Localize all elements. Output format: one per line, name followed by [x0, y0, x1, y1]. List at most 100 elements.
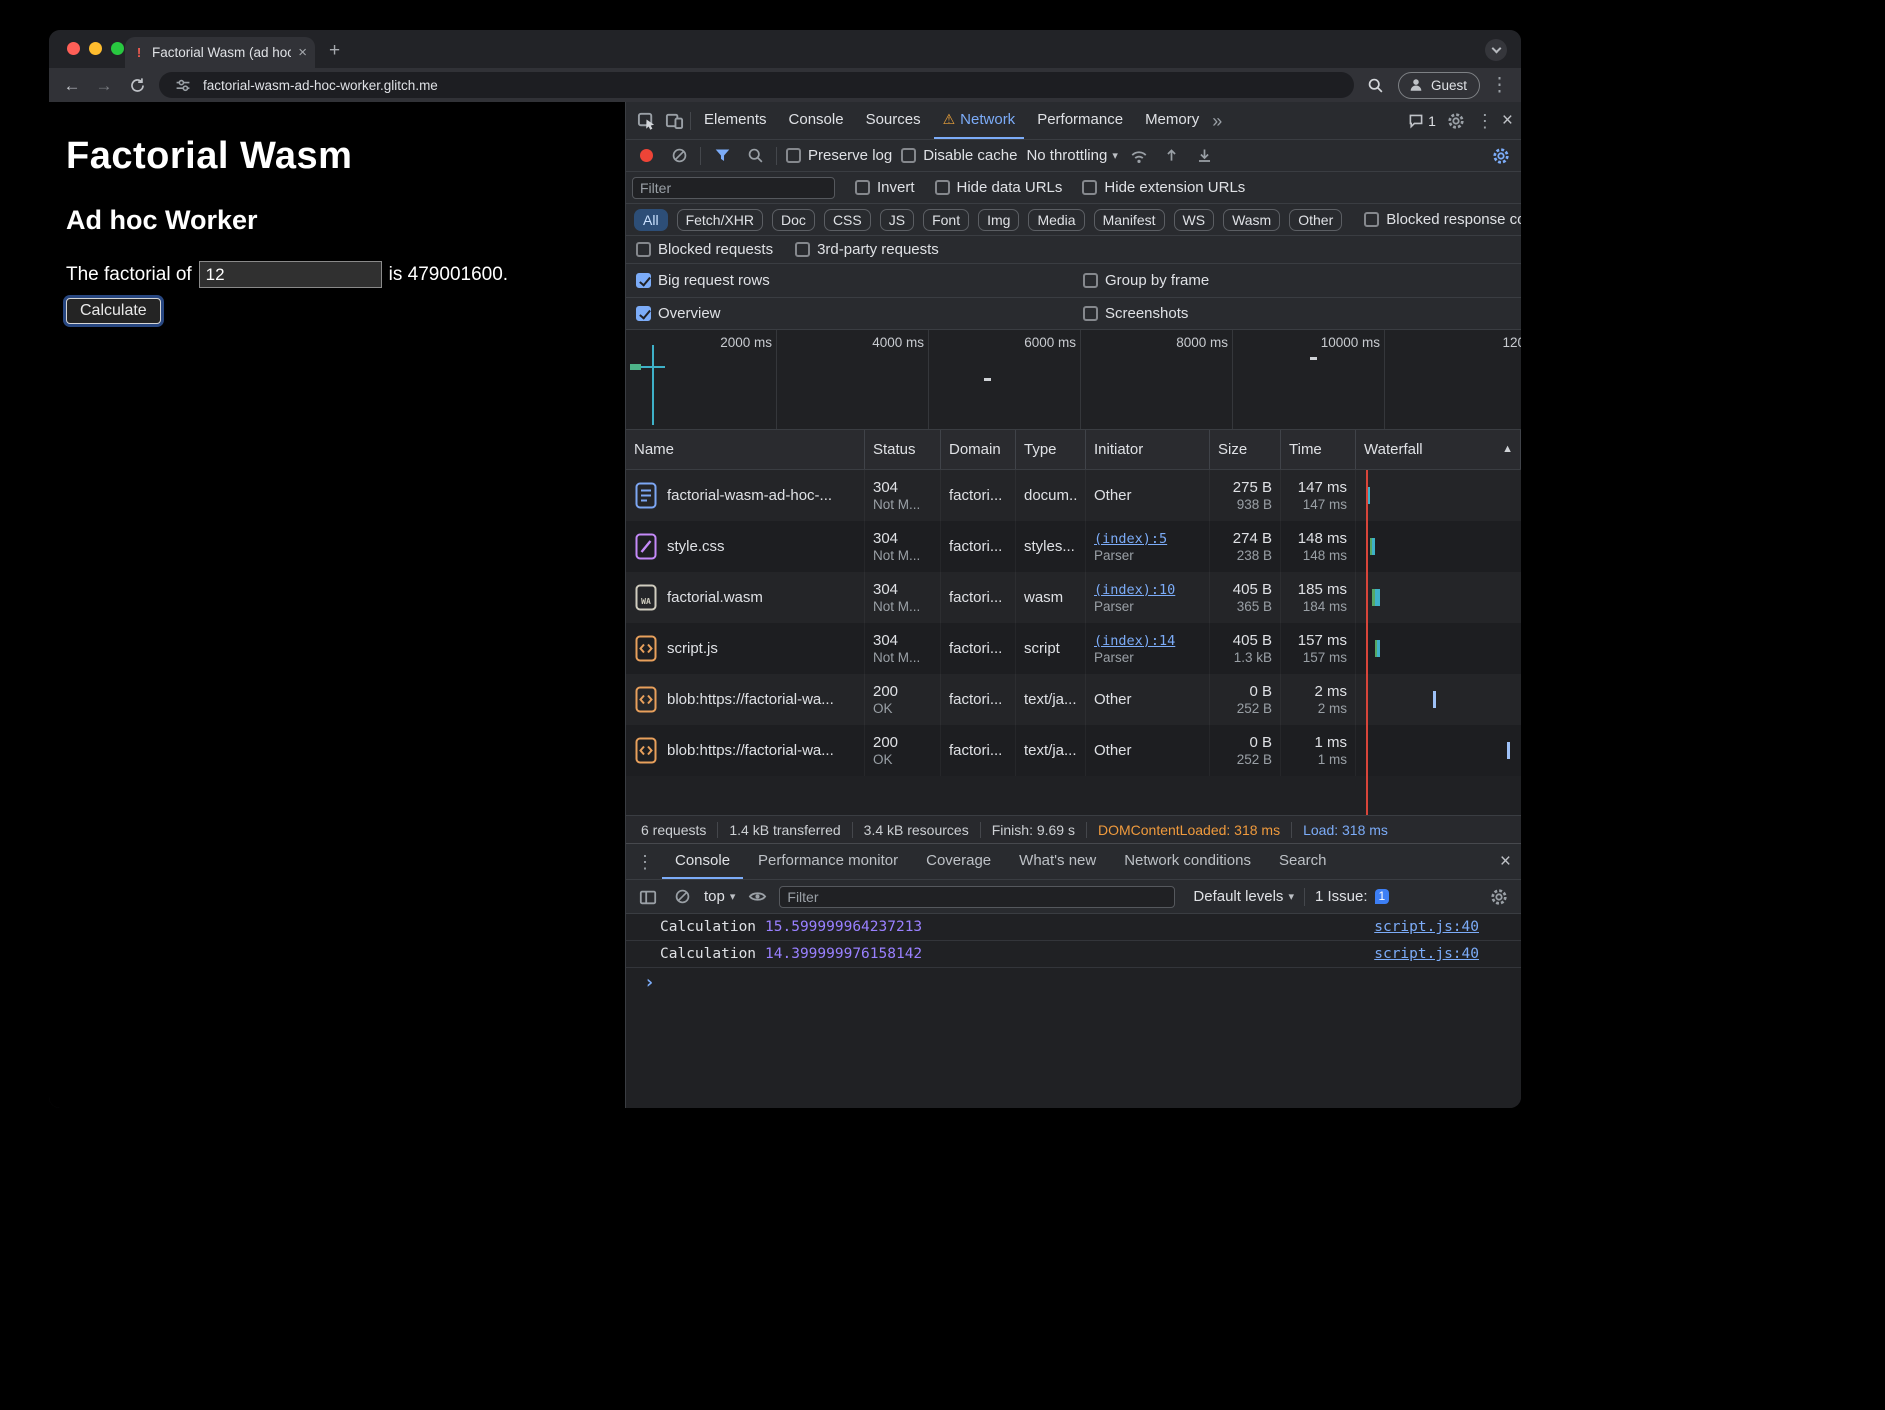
console-settings-gear-icon[interactable] — [1487, 885, 1511, 909]
console-prompt[interactable]: › — [626, 968, 1521, 996]
source-link[interactable]: script.js:40 — [1374, 919, 1479, 935]
column-status[interactable]: Status — [865, 430, 941, 469]
column-waterfall[interactable]: Waterfall — [1356, 430, 1521, 469]
network-overview-timeline[interactable]: 2000 ms 4000 ms 6000 ms 8000 ms 10000 ms… — [626, 330, 1521, 430]
tab-elements[interactable]: Elements — [695, 102, 776, 139]
initiator-link[interactable]: (index):10 — [1094, 582, 1201, 598]
initiator-link[interactable]: (index):14 — [1094, 633, 1201, 649]
issues-link[interactable]: 1 Issue:1 — [1315, 888, 1389, 905]
device-toolbar-icon[interactable] — [662, 109, 686, 133]
drawer-menu-button[interactable]: ⋮ — [636, 853, 654, 871]
zoom-icon[interactable] — [1364, 73, 1388, 97]
column-initiator[interactable]: Initiator — [1086, 430, 1210, 469]
chip-img[interactable]: Img — [978, 209, 1019, 231]
clear-button[interactable] — [667, 144, 691, 168]
throttling-dropdown[interactable]: No throttling▾ — [1026, 147, 1117, 164]
drawer-tab-network-conditions[interactable]: Network conditions — [1111, 844, 1264, 879]
drawer-tab-coverage[interactable]: Coverage — [913, 844, 1004, 879]
chip-ws[interactable]: WS — [1174, 209, 1215, 231]
column-size[interactable]: Size — [1210, 430, 1281, 469]
context-selector[interactable]: top▾ — [704, 888, 735, 905]
drawer-tab-whats-new[interactable]: What's new — [1006, 844, 1109, 879]
chip-doc[interactable]: Doc — [772, 209, 815, 231]
profile-button[interactable]: Guest — [1398, 72, 1480, 99]
blocked-requests-checkbox[interactable]: Blocked requests — [636, 241, 773, 258]
drawer-close-icon[interactable]: × — [1500, 852, 1511, 871]
third-party-requests-checkbox[interactable]: 3rd-party requests — [795, 241, 939, 258]
tab-console[interactable]: Console — [780, 102, 853, 139]
chip-manifest[interactable]: Manifest — [1094, 209, 1165, 231]
chip-js[interactable]: JS — [880, 209, 914, 231]
big-request-rows-checkbox[interactable]: Big request rows — [636, 272, 770, 289]
hide-extension-urls-checkbox[interactable]: Hide extension URLs — [1082, 179, 1245, 196]
import-har-icon[interactable] — [1160, 144, 1184, 168]
browser-tab[interactable]: ! Factorial Wasm (ad hoc Work × — [125, 37, 315, 68]
devtools-close-icon[interactable]: × — [1502, 111, 1513, 130]
browser-menu-button[interactable]: ⋮ — [1490, 76, 1509, 95]
tab-sources[interactable]: Sources — [857, 102, 930, 139]
search-icon[interactable] — [743, 144, 767, 168]
drawer-tab-performance-monitor[interactable]: Performance monitor — [745, 844, 911, 879]
network-conditions-icon[interactable] — [1127, 144, 1151, 168]
disable-cache-checkbox[interactable]: Disable cache — [901, 147, 1017, 164]
group-by-frame-checkbox[interactable]: Group by frame — [1083, 272, 1209, 289]
more-tabs-button[interactable]: » — [1212, 112, 1222, 130]
network-settings-gear-icon[interactable] — [1489, 144, 1513, 168]
console-filter-input[interactable] — [779, 886, 1175, 908]
issues-counter[interactable]: 1 — [1407, 109, 1436, 133]
tab-memory[interactable]: Memory — [1136, 102, 1208, 139]
inspect-element-icon[interactable] — [634, 109, 658, 133]
network-filter-input[interactable] — [632, 177, 835, 199]
devtools-menu-button[interactable]: ⋮ — [1476, 112, 1494, 130]
site-settings-icon[interactable] — [171, 73, 195, 97]
window-controls[interactable] — [67, 42, 124, 55]
initiator-link[interactable]: (index):5 — [1094, 531, 1201, 547]
tab-close-icon[interactable]: × — [298, 44, 307, 61]
reload-button[interactable] — [125, 73, 149, 97]
minimize-window-button[interactable] — [89, 42, 102, 55]
request-row[interactable]: style.css 304Not M... factori... styles.… — [626, 521, 1521, 572]
chip-all[interactable]: All — [634, 209, 668, 231]
chip-css[interactable]: CSS — [824, 209, 871, 231]
request-row[interactable]: factorial-wasm-ad-hoc-... 304Not M... fa… — [626, 470, 1521, 521]
export-har-icon[interactable] — [1193, 144, 1217, 168]
back-button[interactable]: ← — [61, 77, 83, 94]
request-row[interactable]: WA factorial.wasm 304Not M... factori...… — [626, 572, 1521, 623]
screenshots-checkbox[interactable]: Screenshots — [1083, 305, 1188, 322]
console-sidebar-icon[interactable] — [636, 885, 660, 909]
blocked-response-cookies-checkbox[interactable]: Blocked response cookies — [1364, 211, 1521, 228]
column-time[interactable]: Time — [1281, 430, 1356, 469]
drawer-tab-search[interactable]: Search — [1266, 844, 1340, 879]
address-bar[interactable]: factorial-wasm-ad-hoc-worker.glitch.me — [159, 72, 1354, 98]
forward-button[interactable]: → — [93, 77, 115, 94]
overview-checkbox[interactable]: Overview — [636, 305, 721, 322]
column-name[interactable]: Name — [626, 430, 865, 469]
request-row[interactable]: blob:https://factorial-wa... 200OK facto… — [626, 725, 1521, 776]
tab-search-button[interactable] — [1485, 39, 1507, 61]
tab-network[interactable]: ⚠Network — [934, 102, 1025, 139]
settings-gear-icon[interactable] — [1444, 109, 1468, 133]
filter-icon[interactable] — [710, 144, 734, 168]
drawer-tab-console[interactable]: Console — [662, 844, 743, 879]
chip-wasm[interactable]: Wasm — [1223, 209, 1280, 231]
calculate-button[interactable]: Calculate — [66, 298, 161, 324]
request-row[interactable]: blob:https://factorial-wa... 200OK facto… — [626, 674, 1521, 725]
chip-font[interactable]: Font — [923, 209, 969, 231]
source-link[interactable]: script.js:40 — [1374, 946, 1479, 962]
close-window-button[interactable] — [67, 42, 80, 55]
zoom-window-button[interactable] — [111, 42, 124, 55]
hide-data-urls-checkbox[interactable]: Hide data URLs — [935, 179, 1063, 196]
new-tab-button[interactable]: + — [329, 40, 340, 62]
invert-checkbox[interactable]: Invert — [855, 179, 915, 196]
preserve-log-checkbox[interactable]: Preserve log — [786, 147, 892, 164]
chip-media[interactable]: Media — [1028, 209, 1084, 231]
eye-icon[interactable] — [745, 885, 769, 909]
request-row[interactable]: script.js 304Not M... factori... script … — [626, 623, 1521, 674]
chip-other[interactable]: Other — [1289, 209, 1342, 231]
column-type[interactable]: Type — [1016, 430, 1086, 469]
column-domain[interactable]: Domain — [941, 430, 1016, 469]
tab-performance[interactable]: Performance — [1028, 102, 1132, 139]
console-clear-icon[interactable] — [670, 885, 694, 909]
record-button[interactable] — [634, 144, 658, 168]
chip-fetch-xhr[interactable]: Fetch/XHR — [677, 209, 763, 231]
